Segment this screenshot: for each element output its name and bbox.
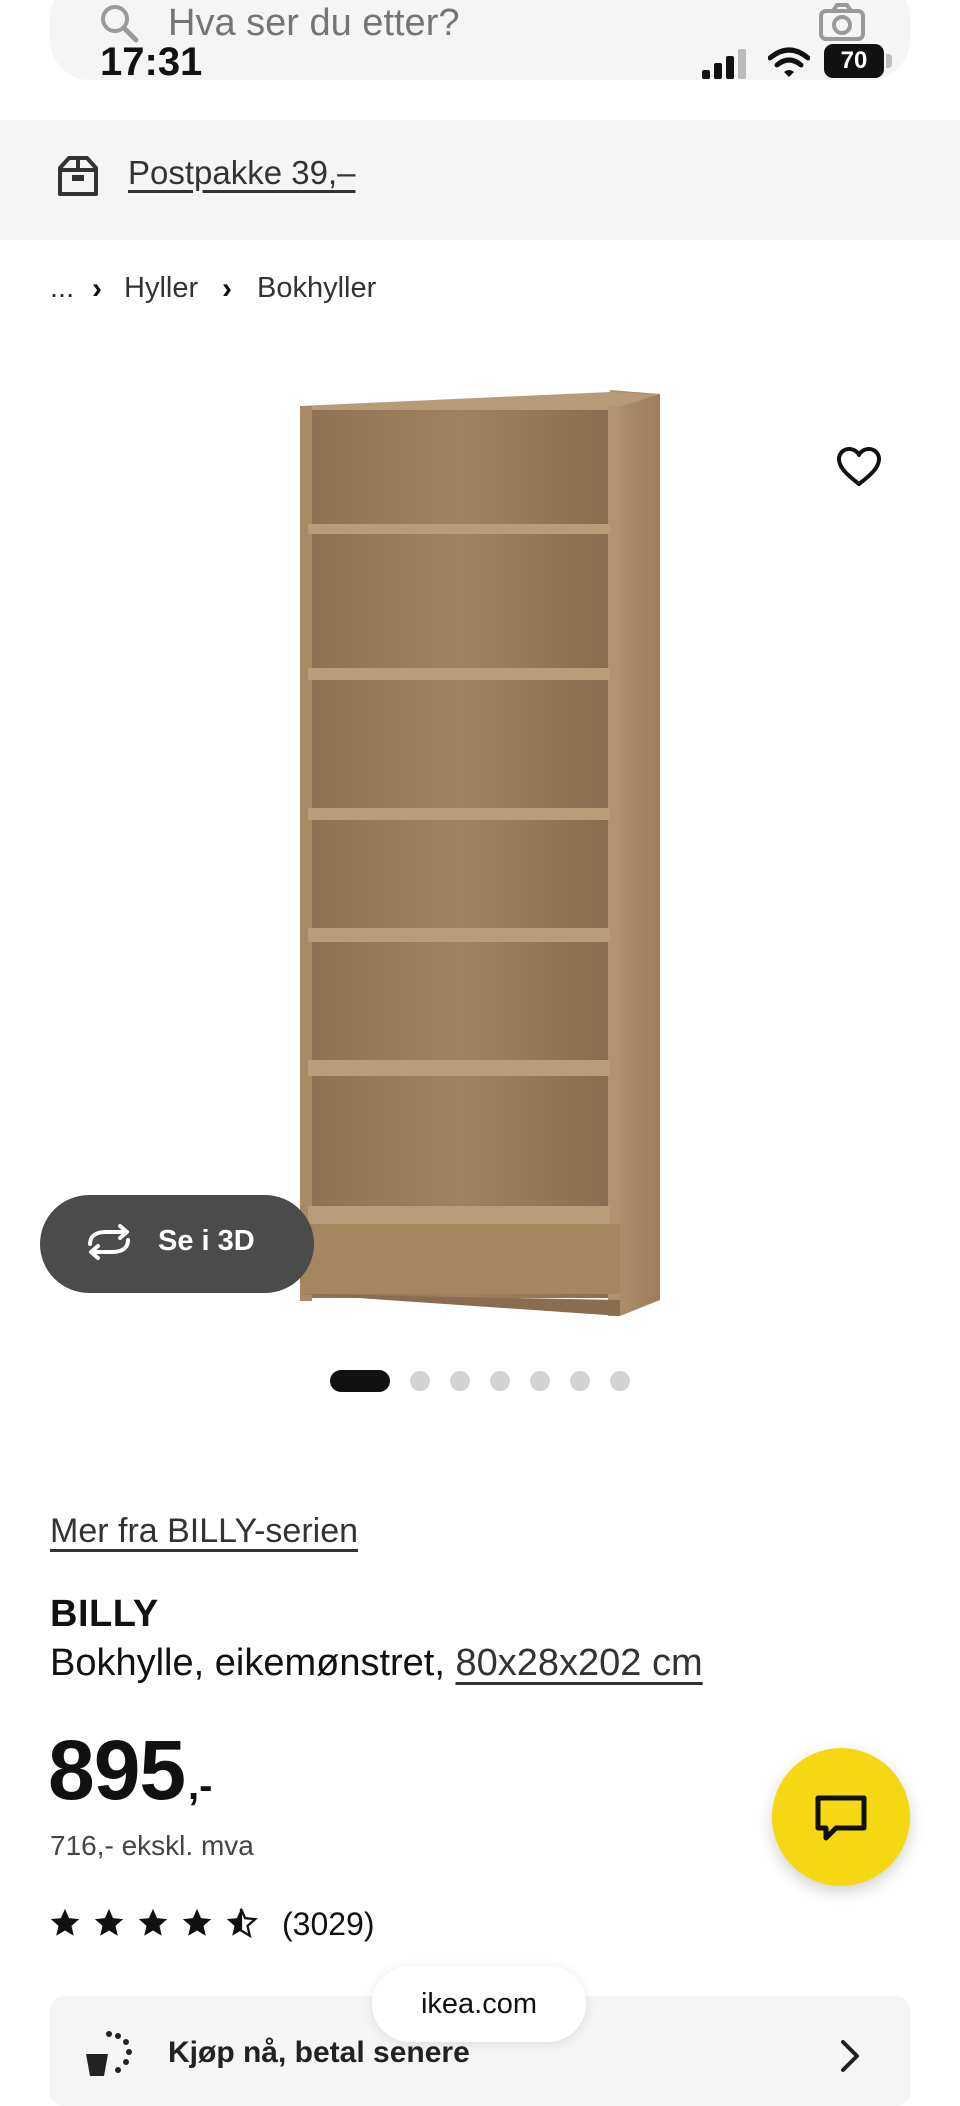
gallery-dot[interactable] <box>530 1371 550 1391</box>
chat-icon <box>815 1795 867 1841</box>
rating-stars[interactable] <box>48 1906 258 1940</box>
star-icon <box>94 1908 124 1936</box>
price-suffix: ,- <box>188 1764 213 1808</box>
gallery-pagination <box>330 1370 630 1392</box>
see-3d-button[interactable]: Se i 3D <box>40 1195 314 1293</box>
star-icon <box>182 1908 212 1936</box>
price-ex-vat: 716,- ekskl. mva <box>50 1830 254 1861</box>
battery-indicator: 70 <box>824 44 894 78</box>
series-link[interactable]: Mer fra BILLY-serien <box>50 1512 358 1551</box>
browser-url[interactable]: ikea.com <box>372 1966 586 2042</box>
chevron-right-icon: › <box>92 272 102 305</box>
price: 895 <box>48 1723 186 1817</box>
pay-later-icon <box>82 2030 134 2083</box>
breadcrumb-hyller[interactable]: Hyller <box>124 272 198 305</box>
battery-level: 70 <box>824 44 884 78</box>
rating-count[interactable]: (3029) <box>282 1906 375 1943</box>
product-size-link[interactable]: 80x28x202 cm <box>455 1642 702 1684</box>
chat-button[interactable] <box>772 1748 910 1886</box>
breadcrumb-ellipsis[interactable]: ... <box>50 272 74 305</box>
box-icon <box>56 154 100 203</box>
battery-tip <box>886 54 892 68</box>
gallery-dot[interactable] <box>490 1371 510 1391</box>
camera-icon[interactable] <box>818 2 866 47</box>
product-name: BILLY <box>50 1593 159 1635</box>
product-image[interactable] <box>298 388 664 1323</box>
star-half-icon <box>226 1908 258 1939</box>
signal-icon <box>700 48 748 85</box>
gallery-dot[interactable] <box>410 1371 430 1391</box>
star-icon <box>138 1908 168 1936</box>
rotate-3d-icon <box>82 1222 136 1267</box>
star-icon <box>50 1908 80 1936</box>
gallery-dot[interactable] <box>610 1371 630 1391</box>
heart-icon[interactable] <box>836 446 882 493</box>
product-type: Bokhylle, eikemønstret, <box>50 1642 445 1684</box>
status-time: 17:31 <box>100 40 203 84</box>
gallery-dot[interactable] <box>330 1370 390 1392</box>
chevron-right-icon: › <box>222 272 232 305</box>
breadcrumb-bokhyller[interactable]: Bokhyller <box>257 272 376 305</box>
chevron-right-icon <box>838 2038 862 2079</box>
see-3d-label: Se i 3D <box>158 1225 255 1257</box>
product-description: Bokhylle, eikemønstret, 80x28x202 cm <box>50 1642 703 1685</box>
wifi-icon <box>767 46 811 85</box>
gallery-dot[interactable] <box>450 1371 470 1391</box>
search-input[interactable] <box>168 2 568 45</box>
shipping-link[interactable]: Postpakke 39,– <box>128 154 356 192</box>
gallery-dot[interactable] <box>570 1371 590 1391</box>
